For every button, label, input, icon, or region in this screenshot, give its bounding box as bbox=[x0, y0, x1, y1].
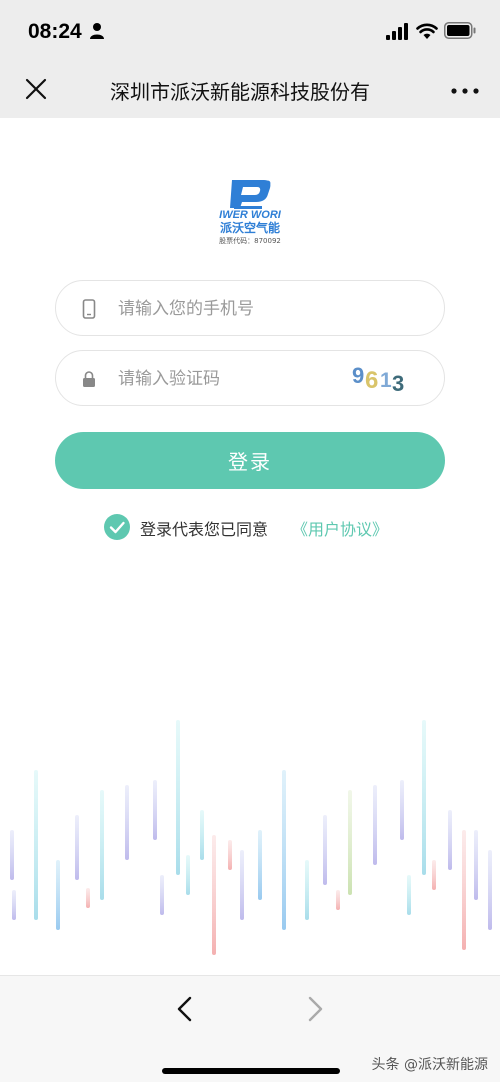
decorative-bar bbox=[407, 875, 411, 915]
decorative-bar bbox=[462, 830, 466, 950]
decorative-bar bbox=[100, 790, 104, 900]
decorative-bar bbox=[282, 770, 286, 930]
decorative-bar bbox=[432, 860, 436, 890]
captcha-image[interactable]: 9 6 1 3 bbox=[352, 359, 414, 399]
decorative-bar bbox=[10, 830, 14, 880]
decorative-bar bbox=[348, 790, 352, 895]
decorative-bar bbox=[160, 875, 164, 915]
user-agreement-link[interactable]: 《用户协议》 bbox=[292, 516, 388, 540]
page-title: 深圳市派沃新能源科技股份有 bbox=[110, 80, 370, 104]
forward-icon[interactable] bbox=[305, 996, 325, 1022]
decorative-bar bbox=[153, 780, 157, 840]
wifi-icon bbox=[416, 23, 438, 39]
decorative-bar bbox=[323, 815, 327, 885]
phone-icon bbox=[82, 299, 96, 319]
battery-icon bbox=[444, 22, 476, 39]
status-time: 08:24 bbox=[28, 20, 82, 43]
decorative-bar bbox=[305, 860, 309, 920]
decorative-bar bbox=[448, 810, 452, 870]
verification-code-field: 9 6 1 3 bbox=[55, 350, 445, 406]
lock-icon bbox=[83, 371, 95, 387]
decorative-bar bbox=[176, 720, 180, 875]
login-button[interactable]: 登录 bbox=[55, 432, 445, 489]
checkmark-icon[interactable] bbox=[104, 514, 130, 540]
phone-input[interactable] bbox=[118, 293, 348, 325]
decorative-bar bbox=[373, 785, 377, 865]
agreement-text: 登录代表您已同意 bbox=[140, 520, 269, 539]
decorative-bar bbox=[75, 815, 79, 880]
verification-code-input[interactable] bbox=[118, 363, 348, 395]
back-icon[interactable] bbox=[175, 996, 195, 1022]
decorative-bar bbox=[474, 830, 478, 900]
decorative-bar bbox=[200, 810, 204, 860]
decorative-bar bbox=[12, 890, 16, 920]
decorative-bar bbox=[336, 890, 340, 910]
more-icon[interactable] bbox=[450, 86, 480, 96]
decorative-bar bbox=[228, 840, 232, 870]
logo-stock-code: 股票代码：870092 bbox=[219, 236, 281, 245]
decorative-bar bbox=[488, 850, 492, 930]
logo-brand-cn: 派沃空气能 bbox=[220, 220, 280, 235]
decorative-bar bbox=[422, 720, 426, 875]
decorative-bar bbox=[34, 770, 38, 920]
decorative-bar bbox=[400, 780, 404, 840]
decorative-bar bbox=[258, 830, 262, 900]
close-icon[interactable] bbox=[25, 78, 47, 100]
person-icon bbox=[90, 23, 104, 39]
bottom-toolbar: 头条 @派沃新能源 bbox=[0, 975, 500, 1082]
home-indicator bbox=[162, 1068, 340, 1074]
logo-brand-en: IWER WORI bbox=[219, 209, 282, 221]
company-logo: IWER WORI 派沃空气能 股票代码：870092 bbox=[219, 180, 282, 245]
signal-icon bbox=[386, 23, 408, 40]
status-bar: 08:24 bbox=[0, 0, 500, 62]
watermark: 头条 @派沃新能源 bbox=[371, 1057, 488, 1073]
phone-field bbox=[55, 280, 445, 336]
decorative-bar bbox=[240, 850, 244, 920]
decorative-bar bbox=[212, 835, 216, 955]
decorative-bars bbox=[10, 720, 492, 955]
decorative-bar bbox=[125, 785, 129, 860]
decorative-bar bbox=[56, 860, 60, 930]
decorative-bar bbox=[86, 888, 90, 908]
nav-bar: 深圳市派沃新能源科技股份有 bbox=[0, 62, 500, 118]
decorative-bar bbox=[186, 855, 190, 895]
